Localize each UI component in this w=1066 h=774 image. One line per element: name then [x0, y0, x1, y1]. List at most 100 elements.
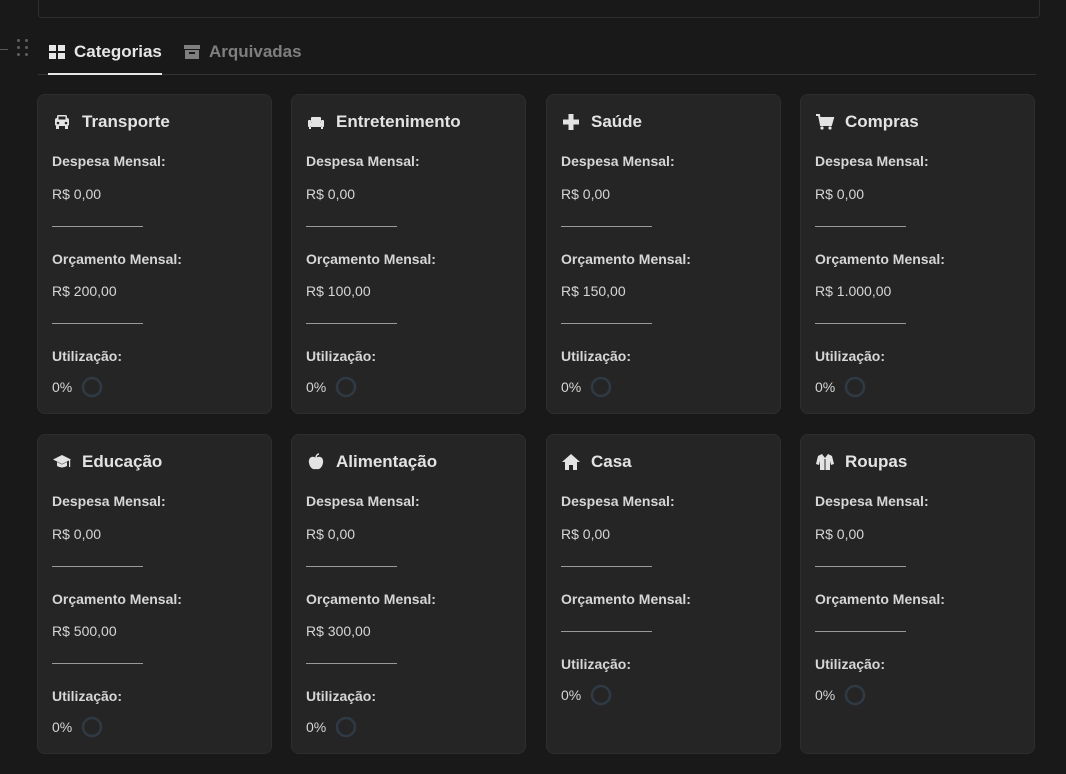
- expense-label: Despesa Mensal:: [815, 153, 929, 169]
- apple-icon: [308, 453, 324, 470]
- divider: [561, 631, 652, 632]
- divider: [306, 323, 397, 324]
- card-title: Alimentação: [306, 452, 437, 472]
- expense-value: R$ 0,00: [306, 186, 356, 202]
- expense-value: R$ 0,00: [52, 186, 102, 202]
- category-card[interactable]: Casa Despesa Mensal: R$ 0,00 Orçamento Mens…: [546, 434, 781, 754]
- budget-value: R$ 300,00: [306, 623, 371, 639]
- category-name: Casa: [591, 452, 632, 471]
- usage-row: 0%: [561, 376, 612, 398]
- usage-row: 0%: [306, 716, 357, 738]
- divider: [306, 566, 397, 567]
- divider: [815, 566, 906, 567]
- expense-label: Despesa Mensal:: [561, 153, 675, 169]
- card-title: Transporte: [52, 112, 170, 132]
- house-icon: [562, 454, 580, 470]
- tab-categorias[interactable]: Categorias: [48, 30, 162, 75]
- usage-row: 0%: [815, 684, 866, 706]
- divider: [561, 226, 652, 227]
- usage-progress-ring: [590, 684, 612, 706]
- archive-icon: [184, 45, 200, 59]
- divider: [306, 663, 397, 664]
- car-icon: [55, 115, 69, 129]
- expense-label: Despesa Mensal:: [815, 493, 929, 509]
- card-title: Educação: [52, 452, 162, 472]
- tab-label: Arquivadas: [209, 42, 302, 61]
- category-card[interactable]: Compras Despesa Mensal: R$ 0,00 Orçamento M…: [800, 94, 1035, 414]
- usage-progress-ring: [81, 716, 103, 738]
- divider: [52, 566, 143, 567]
- divider: [815, 631, 906, 632]
- card-title: Entretenimento: [306, 112, 461, 132]
- cart-icon: [816, 114, 835, 130]
- budget-value: R$ 150,00: [561, 283, 626, 299]
- usage-label: Utilização:: [561, 348, 632, 364]
- expense-value: R$ 0,00: [52, 526, 102, 542]
- usage-label: Utilização:: [52, 348, 123, 364]
- category-card[interactable]: Alimentação Despesa Mensal: R$ 0,00 Orçamen…: [291, 434, 526, 754]
- usage-value: 0%: [52, 719, 73, 735]
- category-card[interactable]: Roupas Despesa Mensal: R$ 0,00 Orçamento Me…: [800, 434, 1035, 754]
- graduation-cap-icon: [53, 455, 71, 468]
- budget-value: R$ 500,00: [52, 623, 117, 639]
- category-name: Educação: [82, 452, 163, 471]
- category-name: Entretenimento: [336, 112, 461, 131]
- card-title: Casa: [561, 452, 632, 472]
- block-connector: [0, 49, 8, 50]
- budget-label: Orçamento Mensal:: [815, 251, 945, 267]
- drag-handle-icon[interactable]: [17, 39, 29, 59]
- category-card[interactable]: Transporte Despesa Mensal: R$ 0,00 Orçament…: [37, 94, 272, 414]
- category-card[interactable]: Saúde Despesa Mensal: R$ 0,00 Orçamento Men…: [546, 94, 781, 414]
- category-card[interactable]: Educação Despesa Mensal: R$ 0,00 Orçamento …: [37, 434, 272, 754]
- budget-label: Orçamento Mensal:: [561, 251, 691, 267]
- usage-label: Utilização:: [561, 656, 632, 672]
- divider: [52, 323, 143, 324]
- budget-label: Orçamento Mensal:: [815, 591, 945, 607]
- usage-label: Utilização:: [306, 348, 377, 364]
- plus-icon: [563, 114, 579, 130]
- expense-value: R$ 0,00: [561, 526, 611, 542]
- top-panel: [38, 0, 1040, 18]
- expense-value: R$ 0,00: [815, 526, 865, 542]
- card-title: Roupas: [815, 452, 907, 472]
- usage-value: 0%: [561, 687, 582, 703]
- usage-row: 0%: [306, 376, 357, 398]
- usage-value: 0%: [306, 719, 327, 735]
- expense-value: R$ 0,00: [561, 186, 611, 202]
- usage-row: 0%: [52, 376, 103, 398]
- coat-icon: [816, 454, 834, 470]
- usage-row: 0%: [561, 684, 612, 706]
- usage-label: Utilização:: [815, 656, 886, 672]
- divider: [561, 566, 652, 567]
- category-name: Compras: [845, 112, 919, 131]
- budget-value: R$ 1.000,00: [815, 283, 892, 299]
- budget-label: Orçamento Mensal:: [52, 591, 182, 607]
- divider: [561, 323, 652, 324]
- category-card[interactable]: Entretenimento Despesa Mensal: R$ 0,00 Orça…: [291, 94, 526, 414]
- usage-value: 0%: [815, 379, 836, 395]
- category-name: Roupas: [845, 452, 908, 471]
- usage-label: Utilização:: [52, 688, 123, 704]
- category-name: Alimentação: [336, 452, 438, 471]
- budget-label: Orçamento Mensal:: [52, 251, 182, 267]
- usage-progress-ring: [335, 376, 357, 398]
- sofa-icon: [308, 117, 324, 129]
- divider: [52, 226, 143, 227]
- usage-label: Utilização:: [306, 688, 377, 704]
- usage-value: 0%: [306, 379, 327, 395]
- usage-value: 0%: [815, 687, 836, 703]
- card-title: Compras: [815, 112, 919, 132]
- divider: [52, 663, 143, 664]
- tab-arquivadas[interactable]: Arquivadas: [183, 30, 302, 74]
- expense-label: Despesa Mensal:: [561, 493, 675, 509]
- expense-label: Despesa Mensal:: [306, 153, 420, 169]
- usage-progress-ring: [335, 716, 357, 738]
- divider: [815, 323, 906, 324]
- category-name: Transporte: [82, 112, 170, 131]
- divider: [815, 226, 906, 227]
- expense-value: R$ 0,00: [815, 186, 865, 202]
- divider: [306, 226, 397, 227]
- expense-label: Despesa Mensal:: [52, 493, 166, 509]
- tab-label: Categorias: [74, 42, 162, 61]
- budget-label: Orçamento Mensal:: [306, 251, 436, 267]
